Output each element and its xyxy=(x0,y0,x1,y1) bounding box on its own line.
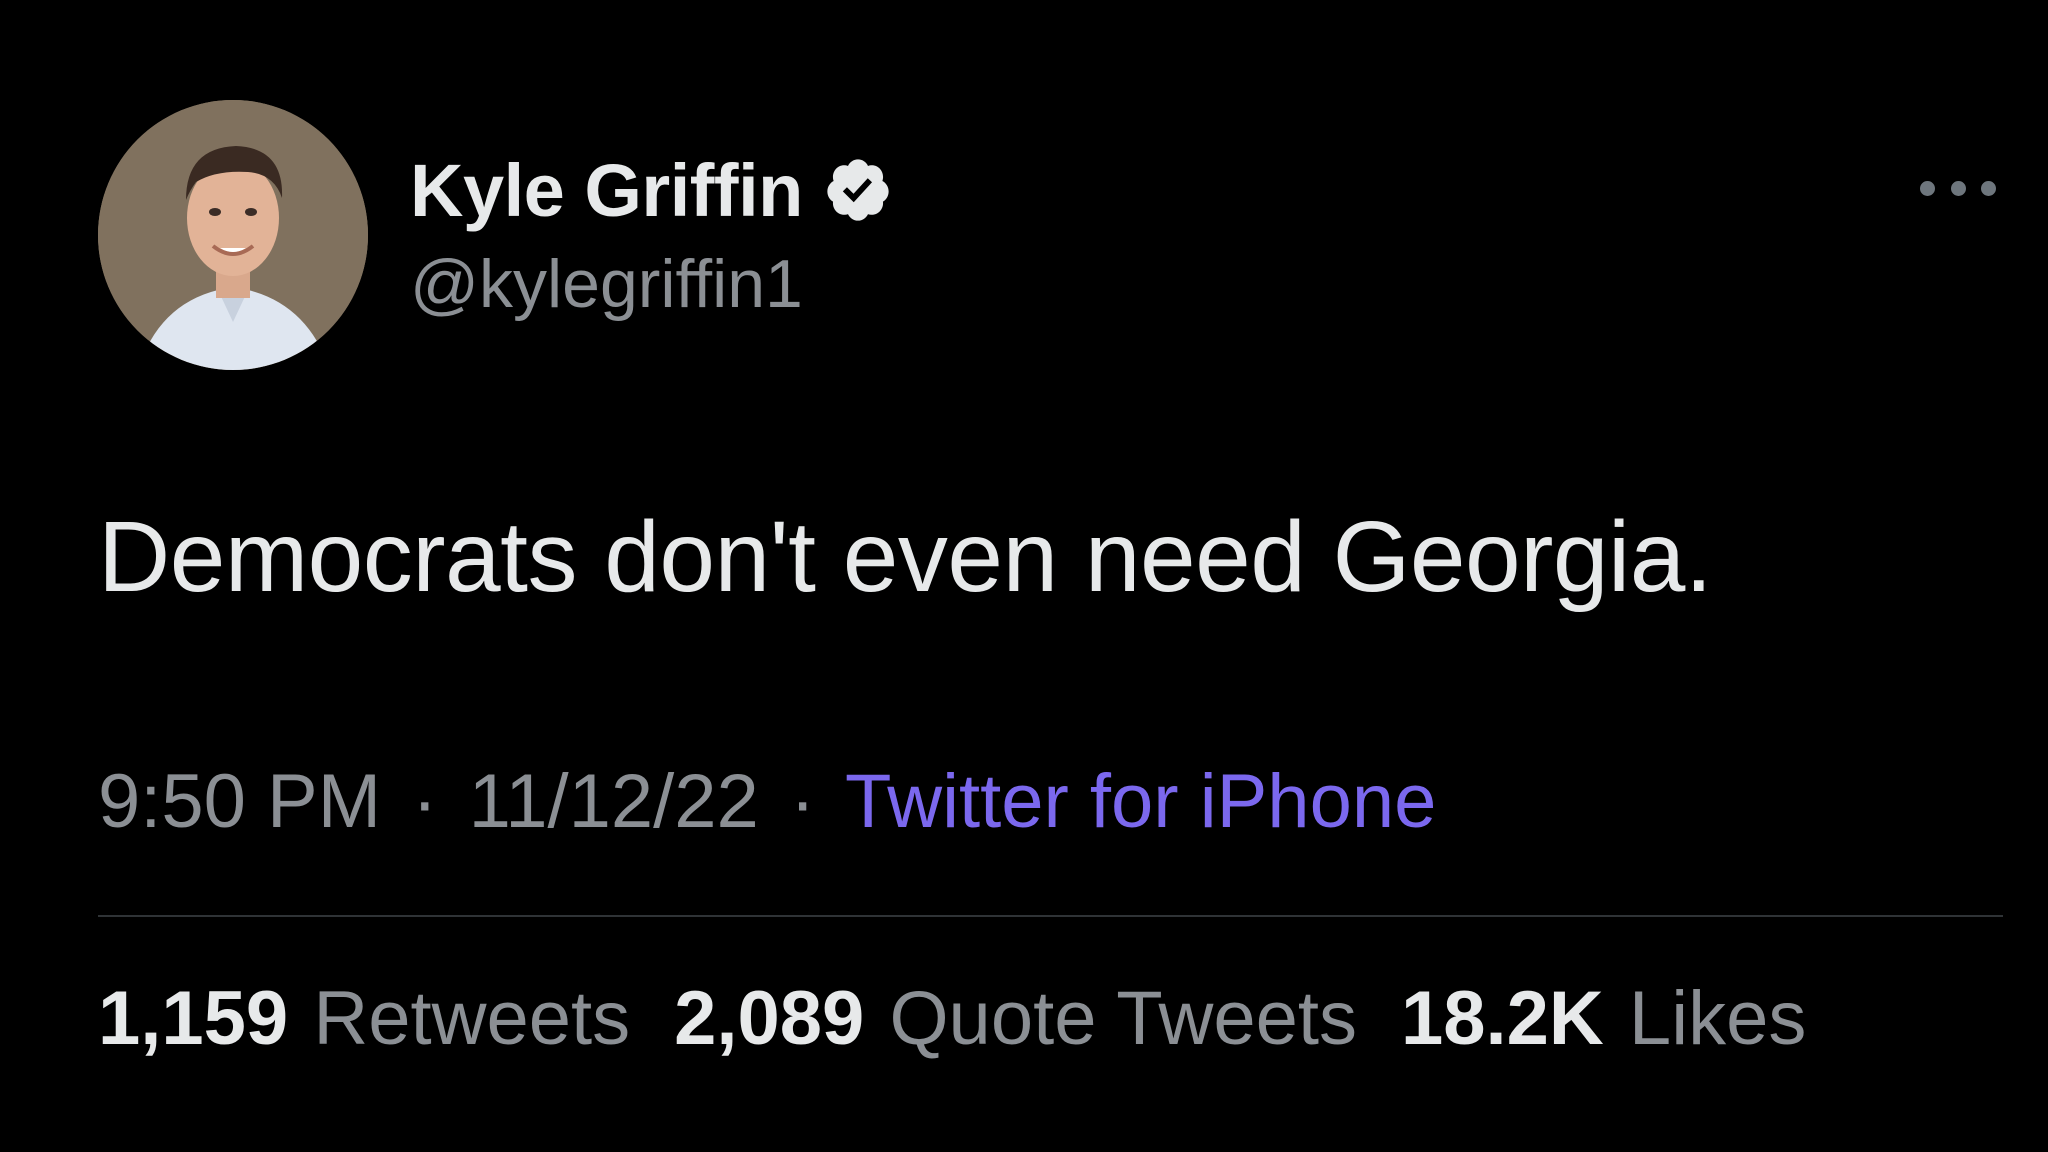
author-handle[interactable]: @kylegriffin1 xyxy=(410,245,803,323)
verified-badge-icon xyxy=(823,155,893,225)
likes-label: Likes xyxy=(1628,976,1807,1061)
avatar[interactable] xyxy=(98,100,368,370)
retweets-stat[interactable]: 1,159 Retweets xyxy=(98,975,630,1062)
likes-stat[interactable]: 18.2K Likes xyxy=(1401,975,1806,1062)
tweet-detail: Kyle Griffin @kylegriffin1 Democrats don… xyxy=(0,0,2048,1152)
display-name[interactable]: Kyle Griffin xyxy=(410,148,803,233)
likes-count: 18.2K xyxy=(1400,976,1604,1061)
more-options-icon[interactable] xyxy=(1920,168,1996,208)
tweet-meta: 9:50 PM · 11/12/22 · Twitter for iPhone xyxy=(98,758,1436,845)
retweets-count: 1,159 xyxy=(98,976,289,1061)
quote-tweets-label: Quote Tweets xyxy=(889,976,1357,1061)
retweets-label: Retweets xyxy=(313,976,631,1061)
author-name-row: Kyle Griffin xyxy=(410,148,893,233)
divider xyxy=(98,915,2003,917)
dot xyxy=(1950,180,1966,196)
profile-photo xyxy=(98,100,368,370)
tweet-text: Democrats don't even need Georgia. xyxy=(98,501,1713,613)
tweet-time[interactable]: 9:50 PM xyxy=(98,759,381,844)
dot xyxy=(1920,180,1935,196)
quote-tweets-stat[interactable]: 2,089 Quote Tweets xyxy=(674,975,1357,1062)
tweet-source-link[interactable]: Twitter for iPhone xyxy=(845,759,1436,844)
meta-separator: · xyxy=(789,759,816,844)
tweet-date[interactable]: 11/12/22 xyxy=(469,759,759,844)
quote-tweets-count: 2,089 xyxy=(674,976,865,1061)
tweet-stats: 1,159 Retweets 2,089 Quote Tweets 18.2K … xyxy=(98,975,1850,1062)
dot xyxy=(1981,180,1996,196)
meta-separator: · xyxy=(412,759,438,844)
